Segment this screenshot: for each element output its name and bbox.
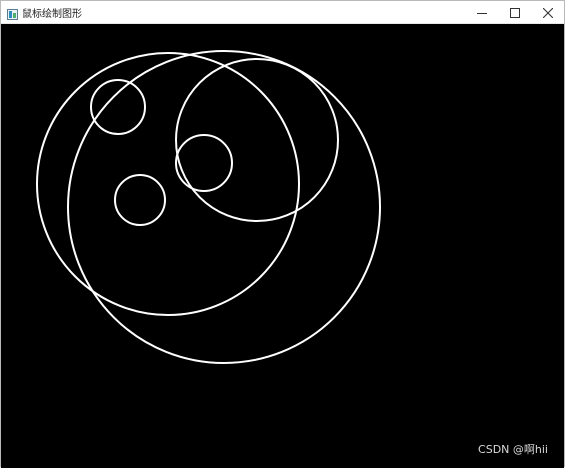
- circle-shape: [175, 134, 233, 192]
- circle-shape: [114, 174, 166, 226]
- close-icon: [542, 7, 553, 18]
- maximize-icon: [509, 7, 520, 18]
- circle-shape: [90, 79, 146, 135]
- window-title: 鼠标绘制图形: [22, 8, 82, 20]
- maximize-button[interactable]: [498, 1, 531, 24]
- watermark: CSDN @啊hii: [478, 443, 548, 456]
- circle-shape: [175, 58, 339, 222]
- title-bar[interactable]: 鼠标绘制图形: [1, 1, 564, 24]
- close-button[interactable]: [531, 1, 564, 24]
- minimize-icon: [476, 12, 487, 14]
- circle-shape: [67, 50, 381, 364]
- window-controls: [465, 1, 564, 24]
- circle-shape: [36, 52, 300, 316]
- app-icon: [7, 7, 18, 20]
- drawing-svg: [36, 50, 381, 364]
- drawing-canvas[interactable]: [1, 24, 564, 468]
- minimize-button[interactable]: [465, 1, 498, 24]
- app-window: 鼠标绘制图形 CSDN @啊hii: [0, 0, 565, 468]
